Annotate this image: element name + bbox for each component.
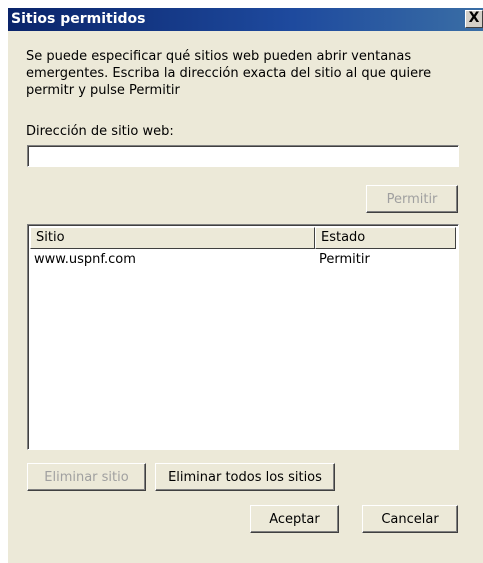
ok-button[interactable]: Aceptar [250, 505, 339, 533]
title-bar[interactable]: Sitios permitidos X [8, 8, 483, 31]
column-header-site[interactable]: Sitio [30, 227, 315, 249]
column-header-status[interactable]: Estado [315, 227, 456, 249]
site-cell: www.uspnf.com [34, 252, 136, 267]
status-cell: Permitir [319, 252, 370, 267]
close-button[interactable]: X [465, 10, 483, 28]
sites-list[interactable]: Sitio Estado www.uspnf.com Permitir [27, 224, 459, 450]
remove-all-sites-button[interactable]: Eliminar todos los sitios [155, 463, 335, 491]
address-input[interactable] [27, 145, 459, 167]
dialog-title: Sitios permitidos [11, 11, 146, 27]
cancel-button[interactable]: Cancelar [362, 505, 458, 533]
allow-button[interactable]: Permitir [366, 185, 458, 213]
address-label: Dirección de sitio web: [26, 124, 174, 139]
list-row[interactable]: www.uspnf.com Permitir [30, 249, 456, 269]
description-text: Se puede especificar qué sitios web pued… [26, 49, 432, 98]
close-icon: X [468, 10, 480, 26]
remove-site-button[interactable]: Eliminar sitio [27, 463, 146, 491]
